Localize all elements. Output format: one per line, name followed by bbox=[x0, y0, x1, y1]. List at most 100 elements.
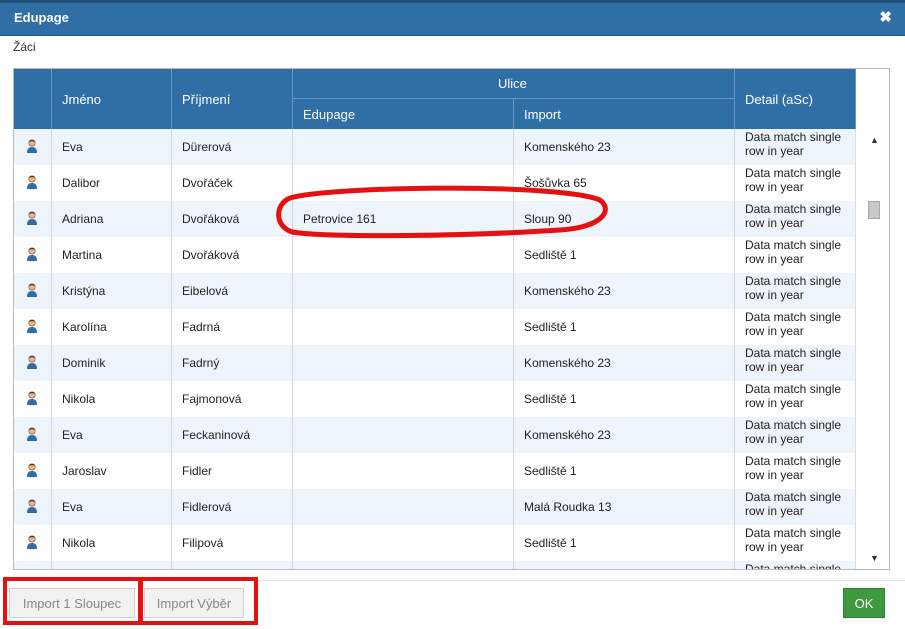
cell-jmeno-text: Jaroslav bbox=[62, 464, 107, 478]
table-row[interactable]: Nikola Fajmonová Sedliště 1 Data match sing… bbox=[14, 381, 856, 417]
cell-jmeno-text: Nikola bbox=[62, 536, 96, 550]
cell-jmeno-text: Karolína bbox=[62, 320, 107, 334]
cell-prijmeni-text: Dvořáková bbox=[182, 248, 240, 262]
cell-edupage: Petrovice 161 bbox=[293, 201, 514, 237]
header-jmeno[interactable]: Jméno bbox=[52, 69, 172, 129]
cell-import-text: Komenského 23 bbox=[524, 428, 611, 442]
ok-button[interactable]: OK bbox=[843, 588, 885, 618]
cell-detail-text: Data match single row in year bbox=[745, 238, 842, 266]
cell-detail: Data match single row in year bbox=[735, 273, 856, 309]
section-label: Žáci bbox=[13, 40, 36, 54]
cell-edupage-text: Petrovice 161 bbox=[303, 212, 377, 226]
header-jmeno-label: Jméno bbox=[62, 92, 102, 107]
table-row[interactable]: Martina Dvořáková Sedliště 1 Data match sin… bbox=[14, 237, 856, 273]
cell-jmeno: Eva bbox=[52, 417, 172, 453]
cell-import: Sedliště 1 bbox=[514, 453, 735, 489]
cell-icon bbox=[14, 345, 52, 381]
header-detail[interactable]: Detail (aSc) bbox=[735, 69, 856, 129]
close-icon[interactable]: ✖ bbox=[879, 8, 892, 26]
cell-import-text: Komenského 23 bbox=[524, 356, 611, 370]
cell-detail-text: Data match single row in year bbox=[745, 274, 842, 302]
cell-jmeno-text: Adriana bbox=[62, 212, 104, 226]
cell-import: Komenského 23 bbox=[514, 345, 735, 381]
user-icon bbox=[27, 535, 37, 549]
cell-prijmeni: Fajmonová bbox=[172, 381, 293, 417]
table-row[interactable]: Eva Feckaninová Komenského 23 Data match si… bbox=[14, 417, 856, 453]
cell-icon bbox=[14, 381, 52, 417]
cell-detail-text: Data match single row in year bbox=[745, 382, 842, 410]
cell-jmeno: Dominik bbox=[52, 345, 172, 381]
top-strip bbox=[0, 0, 905, 3]
cell-icon bbox=[14, 237, 52, 273]
user-icon bbox=[27, 175, 37, 189]
scroll-up-icon[interactable]: ▲ bbox=[870, 135, 879, 145]
cell-detail-text: Data match single row in year bbox=[745, 490, 842, 518]
cell-jmeno: Karolína bbox=[52, 309, 172, 345]
cell-detail: Data match single row in year bbox=[735, 417, 856, 453]
cell-edupage bbox=[293, 381, 514, 417]
annotation-box-import-sloupec bbox=[3, 577, 143, 625]
cell-prijmeni-text: Fadrná bbox=[182, 320, 221, 334]
cell-jmeno: Martina bbox=[52, 237, 172, 273]
user-icon bbox=[27, 355, 37, 369]
cell-jmeno-text: Eva bbox=[62, 428, 83, 442]
cell-edupage bbox=[293, 453, 514, 489]
cell-detail: Data match single row in year bbox=[735, 237, 856, 273]
table-row[interactable]: Nikola Filipová Sedliště 1 Data match singl… bbox=[14, 525, 856, 561]
cell-import-text: Malá Roudka 13 bbox=[524, 500, 612, 514]
cell-prijmeni: Dvořáček bbox=[172, 165, 293, 201]
cell-edupage bbox=[293, 489, 514, 525]
scroll-thumb[interactable] bbox=[868, 201, 880, 219]
cell-edupage bbox=[293, 237, 514, 273]
cell-jmeno: Dalibor bbox=[52, 165, 172, 201]
cell-prijmeni-text: Dürerová bbox=[182, 140, 232, 154]
cell-detail-text: Data match single row in year bbox=[745, 454, 842, 482]
cell-edupage bbox=[293, 525, 514, 561]
user-icon bbox=[27, 319, 37, 333]
dialog-titlebar: Edupage ✖ bbox=[0, 0, 905, 36]
cell-detail-text: Data match single row in year bbox=[745, 130, 842, 158]
cell-prijmeni-text: Fidlerová bbox=[182, 500, 232, 514]
header-prijmeni[interactable]: Příjmení bbox=[172, 69, 293, 129]
header-icon-col bbox=[14, 69, 52, 129]
cell-edupage bbox=[293, 309, 514, 345]
cell-import: Šošůvka 65 bbox=[514, 165, 735, 201]
cell-prijmeni-text: Fidler bbox=[182, 464, 213, 478]
header-edupage[interactable]: Edupage bbox=[293, 99, 514, 129]
scroll-down-icon[interactable]: ▼ bbox=[870, 553, 879, 563]
header-import-label: Import bbox=[524, 107, 561, 122]
cell-detail: Data match single row in year bbox=[735, 129, 856, 165]
cell-import: Sedliště 1 bbox=[514, 525, 735, 561]
table-row[interactable]: Adriana Dvořáková Petrovice 161 Sloup 90 Dat… bbox=[14, 201, 856, 237]
cell-detail-text: Data match single row in year bbox=[745, 202, 842, 230]
user-icon bbox=[27, 283, 37, 297]
vertical-scrollbar[interactable]: ▲ ▼ bbox=[855, 129, 889, 569]
header-scroll-spacer bbox=[856, 69, 889, 129]
cell-import-text: Komenského 23 bbox=[524, 284, 611, 298]
cell-detail-text: Data match single row in year bbox=[745, 526, 842, 554]
table-row[interactable]: Kristýna Eibelová Komenského 23 Data match … bbox=[14, 273, 856, 309]
header-import[interactable]: Import bbox=[514, 99, 735, 129]
cell-import: Sedliště 1 bbox=[514, 237, 735, 273]
cell-detail-text: Data match single row in year bbox=[745, 310, 842, 338]
table-row[interactable]: Data match single row in year bbox=[14, 561, 856, 569]
cell-jmeno-text: Martina bbox=[62, 248, 103, 262]
cell-import-text: Sedliště 1 bbox=[524, 536, 577, 550]
cell-jmeno-text: Dalibor bbox=[62, 176, 101, 190]
table-row[interactable]: Dalibor Dvořáček Šošůvka 65 Data match sing… bbox=[14, 165, 856, 201]
cell-jmeno: Adriana bbox=[52, 201, 172, 237]
cell-detail: Data match single row in year bbox=[735, 525, 856, 561]
cell-jmeno: Eva bbox=[52, 489, 172, 525]
cell-prijmeni: Fadrná bbox=[172, 309, 293, 345]
table-row[interactable]: Eva Fidlerová Malá Roudka 13 Data match sin… bbox=[14, 489, 856, 525]
table-row[interactable]: Dominik Fadrný Komenského 23 Data match sin… bbox=[14, 345, 856, 381]
students-table: Jméno Příjmení Ulice Edupage Import Deta… bbox=[13, 68, 890, 570]
cell-jmeno: Nikola bbox=[52, 381, 172, 417]
cell-icon bbox=[14, 525, 52, 561]
table-row[interactable]: Eva Dürerová Komenského 23 Data match singl… bbox=[14, 129, 856, 165]
table-row[interactable]: Jaroslav Fidler Sedliště 1 Data match singl… bbox=[14, 453, 856, 489]
user-icon bbox=[27, 391, 37, 405]
cell-prijmeni-text: Dvořáková bbox=[182, 212, 240, 226]
cell-import bbox=[514, 561, 735, 569]
table-row[interactable]: Karolína Fadrná Sedliště 1 Data match singl… bbox=[14, 309, 856, 345]
